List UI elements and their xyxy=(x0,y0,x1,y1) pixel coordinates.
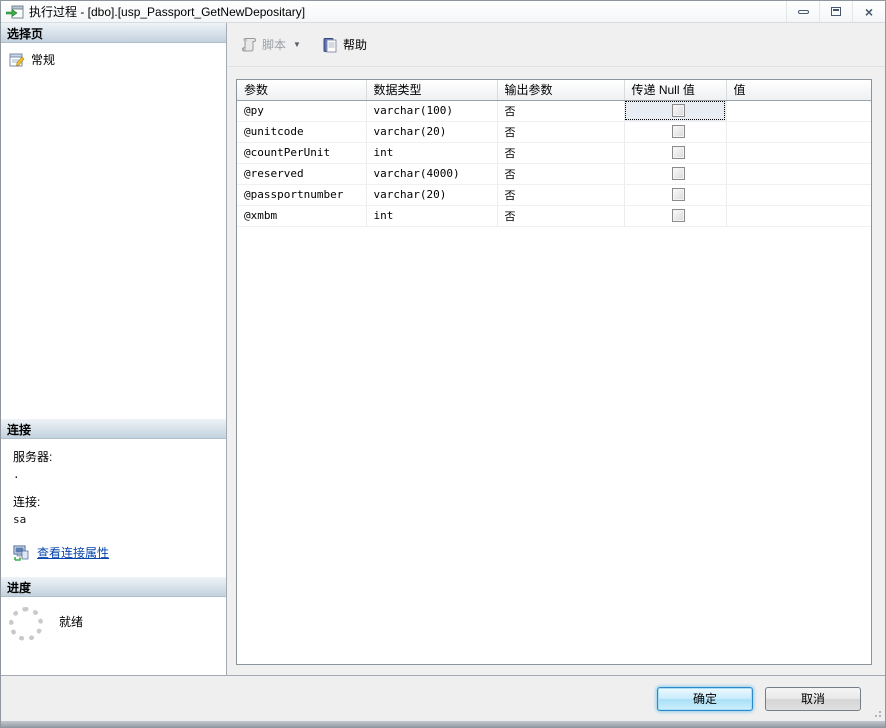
server-value: . xyxy=(13,468,226,481)
main-pane: 脚本 ▼ 帮助 xyxy=(227,23,885,675)
sidebar-item-label: 常规 xyxy=(31,51,55,68)
connection-value: sa xyxy=(13,513,226,526)
window-controls: × xyxy=(786,1,885,22)
window-frame-bottom xyxy=(1,721,885,727)
cancel-button[interactable]: 取消 xyxy=(765,687,861,711)
table-row: @reserved varchar(4000) 否 xyxy=(237,163,871,184)
maximize-icon xyxy=(831,7,841,16)
null-checkbox[interactable] xyxy=(672,209,685,222)
table-row: @passportnumber varchar(20) 否 xyxy=(237,184,871,205)
table-row: @countPerUnit int 否 xyxy=(237,142,871,163)
param-type-cell: varchar(100) xyxy=(366,100,497,121)
help-button-label: 帮助 xyxy=(343,36,367,53)
pass-null-cell[interactable] xyxy=(624,100,726,121)
progress-header: 进度 xyxy=(1,577,226,597)
param-type-cell: varchar(4000) xyxy=(366,163,497,184)
resize-grip[interactable] xyxy=(871,707,881,717)
window-title: 执行过程 - [dbo].[usp_Passport_GetNewDeposit… xyxy=(29,3,786,20)
toolbar: 脚本 ▼ 帮助 xyxy=(227,23,885,67)
close-button[interactable]: × xyxy=(852,1,885,22)
table-row: @xmbm int 否 xyxy=(237,205,871,226)
help-icon xyxy=(322,37,338,53)
execute-procedure-dialog: 执行过程 - [dbo].[usp_Passport_GetNewDeposit… xyxy=(0,0,886,728)
param-type-cell: int xyxy=(366,142,497,163)
table-row: @unitcode varchar(20) 否 xyxy=(237,121,871,142)
param-value-cell[interactable] xyxy=(726,142,871,163)
param-output-cell: 否 xyxy=(497,184,624,205)
script-button[interactable]: 脚本 xyxy=(236,32,291,57)
help-button[interactable]: 帮助 xyxy=(317,32,372,57)
ok-button[interactable]: 确定 xyxy=(657,687,753,711)
sidebar-item-general[interactable]: 常规 xyxy=(1,49,226,70)
connection-header: 连接 xyxy=(1,419,226,439)
param-type-cell: int xyxy=(366,205,497,226)
pass-null-cell[interactable] xyxy=(624,184,726,205)
progress-spinner-icon xyxy=(9,607,43,641)
param-value-cell[interactable] xyxy=(726,184,871,205)
column-header-datatype[interactable]: 数据类型 xyxy=(366,80,497,100)
parameter-grid: 参数 数据类型 输出参数 传递 Null 值 值 @py varchar(100… xyxy=(237,80,871,227)
param-value-cell[interactable] xyxy=(726,205,871,226)
grid-outer: 参数 数据类型 输出参数 传递 Null 值 值 @py varchar(100… xyxy=(227,67,885,675)
param-output-cell: 否 xyxy=(497,205,624,226)
minimize-icon xyxy=(798,10,809,14)
null-checkbox[interactable] xyxy=(672,146,685,159)
minimize-button[interactable] xyxy=(786,1,819,22)
grid-header-row: 参数 数据类型 输出参数 传递 Null 值 值 xyxy=(237,80,871,100)
column-header-output[interactable]: 输出参数 xyxy=(497,80,624,100)
select-page-header: 选择页 xyxy=(1,23,226,43)
null-checkbox[interactable] xyxy=(672,104,685,117)
maximize-button[interactable] xyxy=(819,1,852,22)
param-name-cell[interactable]: @reserved xyxy=(237,163,366,184)
pages-area: 常规 xyxy=(1,43,226,419)
general-page-icon xyxy=(9,52,25,68)
server-label: 服务器: xyxy=(13,448,226,465)
param-value-cell[interactable] xyxy=(726,163,871,184)
table-row: @py varchar(100) 否 xyxy=(237,100,871,121)
column-header-value[interactable]: 值 xyxy=(726,80,871,100)
execute-procedure-icon xyxy=(6,5,24,19)
parameter-grid-panel: 参数 数据类型 输出参数 传递 Null 值 值 @py varchar(100… xyxy=(236,79,872,665)
param-name-cell[interactable]: @passportnumber xyxy=(237,184,366,205)
pass-null-cell[interactable] xyxy=(624,205,726,226)
script-scroll-icon xyxy=(241,37,257,53)
connection-area: 服务器: . 连接: sa 查看连接属性 xyxy=(1,439,226,577)
param-output-cell: 否 xyxy=(497,142,624,163)
param-value-cell[interactable] xyxy=(726,121,871,142)
param-name-cell[interactable]: @py xyxy=(237,100,366,121)
footer: 确定 取消 xyxy=(1,675,885,721)
null-checkbox[interactable] xyxy=(672,125,685,138)
column-header-pass-null[interactable]: 传递 Null 值 xyxy=(624,80,726,100)
param-name-cell[interactable]: @xmbm xyxy=(237,205,366,226)
null-checkbox[interactable] xyxy=(672,188,685,201)
connection-label: 连接: xyxy=(13,493,226,510)
param-type-cell: varchar(20) xyxy=(366,121,497,142)
null-checkbox[interactable] xyxy=(672,167,685,180)
column-header-parameter[interactable]: 参数 xyxy=(237,80,366,100)
close-icon: × xyxy=(865,5,873,19)
dialog-body: 选择页 常规 连接 服务器: . 连接: sa xyxy=(1,23,885,675)
progress-area: 就绪 xyxy=(1,597,226,675)
param-name-cell[interactable]: @countPerUnit xyxy=(237,142,366,163)
view-connection-properties[interactable]: 查看连接属性 xyxy=(13,544,226,561)
param-output-cell: 否 xyxy=(497,121,624,142)
sidebar: 选择页 常规 连接 服务器: . 连接: sa xyxy=(1,23,227,675)
param-output-cell: 否 xyxy=(497,100,624,121)
pass-null-cell[interactable] xyxy=(624,163,726,184)
view-connection-properties-link[interactable]: 查看连接属性 xyxy=(37,544,109,561)
param-output-cell: 否 xyxy=(497,163,624,184)
param-name-cell[interactable]: @unitcode xyxy=(237,121,366,142)
computer-icon xyxy=(13,545,29,561)
pass-null-cell[interactable] xyxy=(624,121,726,142)
pass-null-cell[interactable] xyxy=(624,142,726,163)
param-value-cell[interactable] xyxy=(726,100,871,121)
progress-status: 就绪 xyxy=(59,613,83,630)
script-dropdown-icon[interactable]: ▼ xyxy=(293,40,305,49)
script-button-label: 脚本 xyxy=(262,36,286,53)
param-type-cell: varchar(20) xyxy=(366,184,497,205)
titlebar: 执行过程 - [dbo].[usp_Passport_GetNewDeposit… xyxy=(1,1,885,23)
